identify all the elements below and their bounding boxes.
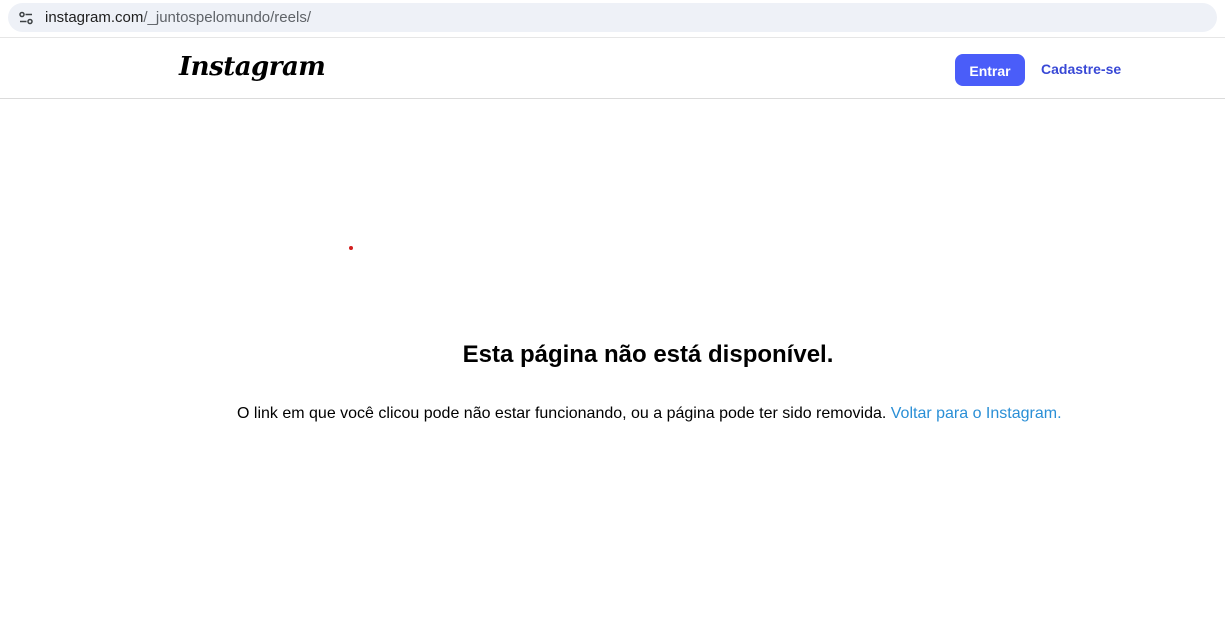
browser-address-bar: instagram.com/_juntospelomundo/reels/ <box>0 0 1225 38</box>
top-navigation: Instagram Entrar Cadastre-se <box>0 39 1225 99</box>
login-button[interactable]: Entrar <box>955 54 1025 86</box>
error-message-text: O link em que você clicou pode não estar… <box>237 405 891 422</box>
back-to-instagram-link[interactable]: Voltar para o Instagram. <box>891 405 1062 422</box>
url-field[interactable]: instagram.com/_juntospelomundo/reels/ <box>8 3 1217 32</box>
error-title: Esta página não está disponível. <box>462 341 834 368</box>
instagram-logo[interactable]: Instagram <box>179 52 326 82</box>
signup-link[interactable]: Cadastre-se <box>1041 61 1121 77</box>
url-host: instagram.com <box>45 9 144 26</box>
tune-icon[interactable] <box>18 10 34 26</box>
url-path: /_juntospelomundo/reels/ <box>143 9 311 26</box>
error-message: O link em que você clicou pode não estar… <box>237 405 1062 423</box>
url-text[interactable]: instagram.com/_juntospelomundo/reels/ <box>45 9 311 26</box>
red-dot <box>349 246 353 250</box>
